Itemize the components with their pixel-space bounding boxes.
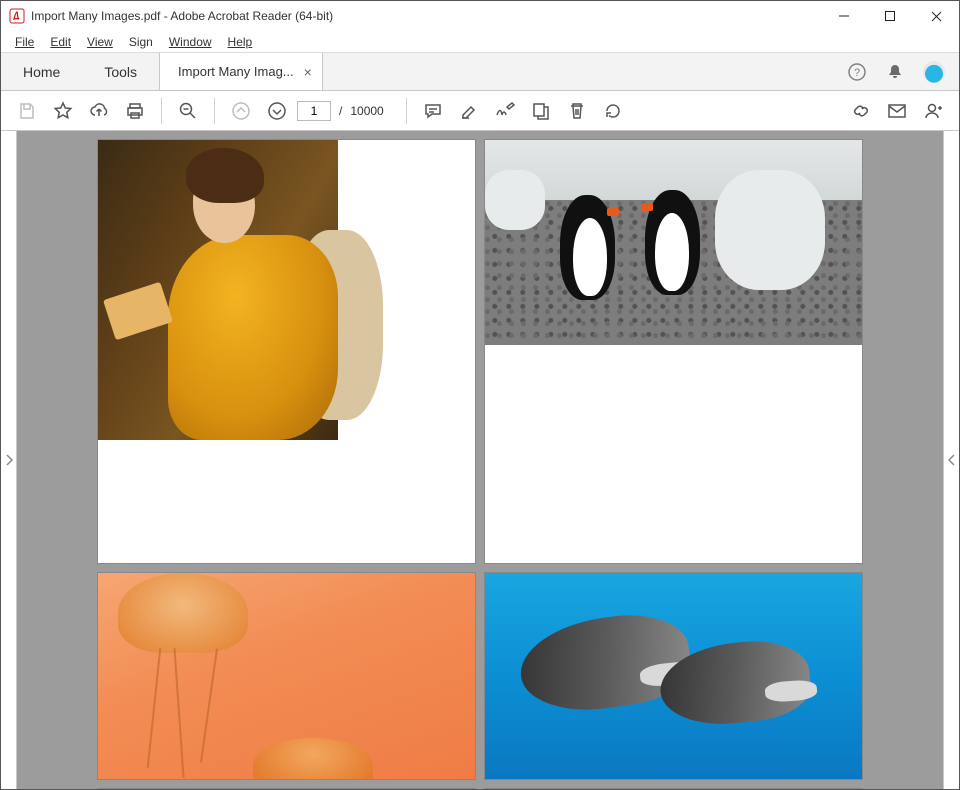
pdf-page [484, 139, 863, 564]
window-maximize-button[interactable] [867, 1, 913, 31]
page-down-icon[interactable] [261, 95, 293, 127]
menu-file[interactable]: File [7, 33, 42, 51]
share-link-icon[interactable] [845, 95, 877, 127]
title-bar: Import Many Images.pdf - Adobe Acrobat R… [1, 1, 959, 31]
cloud-upload-icon[interactable] [83, 95, 115, 127]
document-scroll[interactable] [17, 131, 943, 789]
menu-help[interactable]: Help [220, 33, 261, 51]
menu-view[interactable]: View [79, 33, 121, 51]
share-people-icon[interactable] [917, 95, 949, 127]
menu-window[interactable]: Window [161, 33, 220, 51]
rotate-icon[interactable] [597, 95, 629, 127]
window-minimize-button[interactable] [821, 1, 867, 31]
zoom-out-icon[interactable] [172, 95, 204, 127]
stamp-icon[interactable] [525, 95, 557, 127]
main-toolbar: / 10000 [1, 91, 959, 131]
pdf-page [97, 788, 476, 789]
sign-icon[interactable] [489, 95, 521, 127]
pdf-page [97, 139, 476, 564]
document-viewport [17, 131, 943, 789]
acrobat-app-icon [9, 8, 25, 24]
delete-icon[interactable] [561, 95, 593, 127]
tab-document[interactable]: Import Many Imag... × [159, 53, 323, 90]
window-title: Import Many Images.pdf - Adobe Acrobat R… [31, 9, 333, 23]
tab-tools[interactable]: Tools [82, 53, 159, 90]
menu-edit[interactable]: Edit [42, 33, 79, 51]
page-up-icon[interactable] [225, 95, 257, 127]
save-icon[interactable] [11, 95, 43, 127]
page-separator: / [335, 104, 342, 118]
svg-text:?: ? [854, 67, 860, 79]
tab-home[interactable]: Home [1, 53, 82, 90]
menu-bar: File Edit View Sign Window Help [1, 31, 959, 53]
account-avatar[interactable] [923, 61, 945, 83]
page-number-input[interactable] [297, 101, 331, 121]
tab-close-icon[interactable]: × [304, 64, 312, 80]
pdf-page [484, 788, 863, 789]
comment-icon[interactable] [417, 95, 449, 127]
right-panel-toggle[interactable] [943, 131, 959, 789]
highlight-icon[interactable] [453, 95, 485, 127]
window-close-button[interactable] [913, 1, 959, 31]
tab-strip: Home Tools Import Many Imag... × ? [1, 53, 959, 91]
app-window: Import Many Images.pdf - Adobe Acrobat R… [0, 0, 960, 790]
content-area [1, 131, 959, 789]
pdf-page [97, 572, 476, 780]
print-icon[interactable] [119, 95, 151, 127]
left-panel-toggle[interactable] [1, 131, 17, 789]
star-icon[interactable] [47, 95, 79, 127]
tab-document-label: Import Many Imag... [178, 64, 294, 79]
page-total: 10000 [346, 104, 383, 118]
notifications-bell-icon[interactable] [885, 62, 905, 82]
pdf-page [484, 572, 863, 780]
email-icon[interactable] [881, 95, 913, 127]
help-icon[interactable]: ? [847, 62, 867, 82]
menu-sign[interactable]: Sign [121, 33, 161, 51]
